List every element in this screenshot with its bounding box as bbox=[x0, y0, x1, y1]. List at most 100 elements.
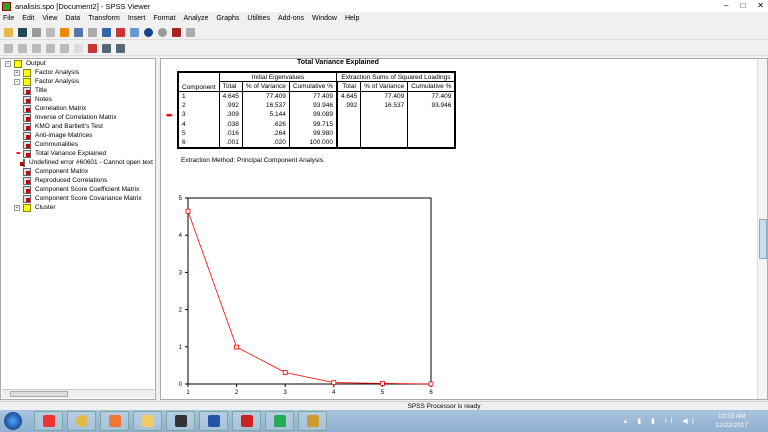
outline-item[interactable]: Communalities bbox=[1, 140, 155, 149]
taskbar: ▴ ▮ ▮ ıl ◀) 10:33 AM 12/22/2017 bbox=[0, 410, 768, 432]
outline-item[interactable]: Inverse of Correlation Matrix bbox=[1, 113, 155, 122]
open-icon[interactable] bbox=[4, 27, 13, 37]
menu-insert[interactable]: Insert bbox=[128, 15, 146, 22]
demote-icon[interactable] bbox=[18, 43, 27, 53]
print-preview-icon[interactable] bbox=[46, 27, 55, 37]
save-icon[interactable] bbox=[18, 27, 27, 37]
outline-item-label: Component Score Coefficient Matrix bbox=[35, 186, 140, 193]
print-icon[interactable] bbox=[32, 27, 41, 37]
expand-icon[interactable] bbox=[32, 43, 41, 53]
outline-tree: − Output + Factor Analysis − Factor Analysis T… bbox=[1, 59, 155, 212]
menu-help[interactable]: Help bbox=[345, 15, 359, 22]
spss-icon[interactable] bbox=[232, 411, 261, 431]
table-cell: 93.946 bbox=[407, 100, 456, 110]
collapse-icon[interactable] bbox=[46, 43, 55, 53]
menu-analyze[interactable]: Analyze bbox=[184, 15, 209, 22]
globe-icon[interactable] bbox=[144, 27, 153, 37]
y-tick-label: 1 bbox=[179, 345, 183, 351]
outline-item[interactable]: Undefined error #60601 - Cannot open tex… bbox=[1, 158, 155, 167]
variables-icon[interactable] bbox=[130, 27, 139, 37]
expand-toggle[interactable]: + bbox=[14, 69, 20, 76]
designate-window-icon[interactable] bbox=[172, 27, 181, 37]
menu-window[interactable]: Window bbox=[312, 15, 337, 22]
expand-toggle[interactable]: − bbox=[14, 78, 20, 85]
show-icon[interactable] bbox=[60, 43, 69, 53]
outline-item-label: Total Variance Explained bbox=[35, 150, 107, 157]
goto-case-icon[interactable] bbox=[116, 27, 125, 37]
outline-item[interactable]: Reproduced Correlations bbox=[1, 176, 155, 185]
maximize-button[interactable]: □ bbox=[740, 1, 745, 10]
outline-item[interactable]: ➨ Total Variance Explained bbox=[1, 149, 155, 158]
menu-edit[interactable]: Edit bbox=[22, 15, 34, 22]
menu-utilities[interactable]: Utilities bbox=[247, 15, 270, 22]
media-player-icon[interactable] bbox=[100, 411, 129, 431]
system-tray-icons[interactable]: ▴ ▮ ▮ ıl ◀) bbox=[624, 417, 698, 425]
selected-item-arrow-icon: ➨ bbox=[166, 110, 174, 120]
promote-icon[interactable] bbox=[4, 43, 13, 53]
clock[interactable]: 10:33 AM 12/22/2017 bbox=[715, 412, 748, 430]
outline-item[interactable]: + Factor Analysis bbox=[1, 68, 155, 77]
script-icon[interactable] bbox=[158, 27, 167, 37]
minimize-button[interactable]: – bbox=[724, 1, 728, 10]
export-icon[interactable] bbox=[60, 27, 69, 37]
data-point bbox=[331, 380, 337, 385]
menu-format[interactable]: Format bbox=[153, 15, 175, 22]
expand-toggle[interactable]: − bbox=[5, 60, 11, 67]
content-vertical-scrollbar[interactable] bbox=[757, 59, 767, 399]
y-tick-label: 3 bbox=[179, 270, 183, 276]
outline-item[interactable]: − Factor Analysis bbox=[1, 77, 155, 86]
outline-item[interactable]: KMO and Bartlett's Test bbox=[1, 122, 155, 131]
table-cell: 16.537 bbox=[241, 100, 290, 110]
menu-file[interactable]: File bbox=[3, 15, 14, 22]
outline-item[interactable]: Notes bbox=[1, 95, 155, 104]
menu-transform[interactable]: Transform bbox=[88, 15, 120, 22]
outline-item[interactable]: Component Score Coefficient Matrix bbox=[1, 185, 155, 194]
file-explorer-icon[interactable] bbox=[133, 411, 162, 431]
sublime-icon[interactable] bbox=[166, 411, 195, 431]
goto-data-icon[interactable] bbox=[102, 27, 111, 37]
undo-icon[interactable] bbox=[88, 27, 97, 37]
outline-item[interactable]: + Cluster bbox=[1, 203, 155, 212]
menu-graphs[interactable]: Graphs bbox=[216, 15, 239, 22]
scree-plot[interactable]: 0123451 2 3 4 5 6 bbox=[171, 191, 471, 401]
output-page-icon bbox=[23, 95, 31, 104]
total-variance-table[interactable]: Component Initial Eigenvalues Extraction… bbox=[177, 71, 457, 149]
table-cell: .626 bbox=[241, 119, 290, 129]
add-icon[interactable] bbox=[186, 27, 195, 37]
table-cell: 99.980 bbox=[288, 129, 337, 139]
start-button[interactable] bbox=[4, 412, 22, 430]
menu-addons[interactable]: Add-ons bbox=[278, 15, 304, 22]
output-page-icon bbox=[23, 113, 31, 122]
dialog-recall-icon[interactable] bbox=[74, 27, 83, 37]
word-icon[interactable] bbox=[199, 411, 228, 431]
outline-item[interactable]: Component Matrix bbox=[1, 167, 155, 176]
menu-data[interactable]: Data bbox=[65, 15, 80, 22]
insert-text-icon[interactable] bbox=[116, 43, 125, 53]
table-cell bbox=[335, 119, 361, 129]
outline-horizontal-scrollbar[interactable] bbox=[2, 389, 154, 398]
outline-item-label: Reproduced Correlations bbox=[35, 177, 108, 184]
chrome-icon[interactable] bbox=[67, 411, 96, 431]
menu-view[interactable]: View bbox=[42, 15, 57, 22]
table-cell bbox=[360, 110, 408, 120]
expand-toggle[interactable]: + bbox=[14, 204, 20, 211]
outline-pane: − Output + Factor Analysis − Factor Analysis T… bbox=[0, 58, 156, 400]
hide-icon[interactable] bbox=[74, 43, 83, 53]
table-cell: 100.000 bbox=[288, 138, 337, 148]
clock-date: 12/22/2017 bbox=[715, 422, 748, 429]
outline-item[interactable]: − Output bbox=[1, 59, 155, 68]
insert-heading-icon[interactable] bbox=[88, 43, 97, 53]
paint-icon[interactable] bbox=[298, 411, 327, 431]
excel-icon[interactable] bbox=[265, 411, 294, 431]
outline-item[interactable]: Title bbox=[1, 86, 155, 95]
book-icon bbox=[23, 203, 31, 212]
data-point bbox=[282, 370, 288, 375]
insert-title-icon[interactable] bbox=[102, 43, 111, 53]
table-cell: 77.409 bbox=[407, 91, 456, 101]
y-tick-label: 0 bbox=[179, 382, 183, 388]
outline-item[interactable]: Anti-image Matrices bbox=[1, 131, 155, 140]
outline-item[interactable]: Component Score Covariance Matrix bbox=[1, 194, 155, 203]
taskbar-app-1[interactable] bbox=[34, 411, 63, 431]
close-button[interactable]: ✕ bbox=[757, 1, 764, 10]
outline-item[interactable]: Correlation Matrix bbox=[1, 104, 155, 113]
